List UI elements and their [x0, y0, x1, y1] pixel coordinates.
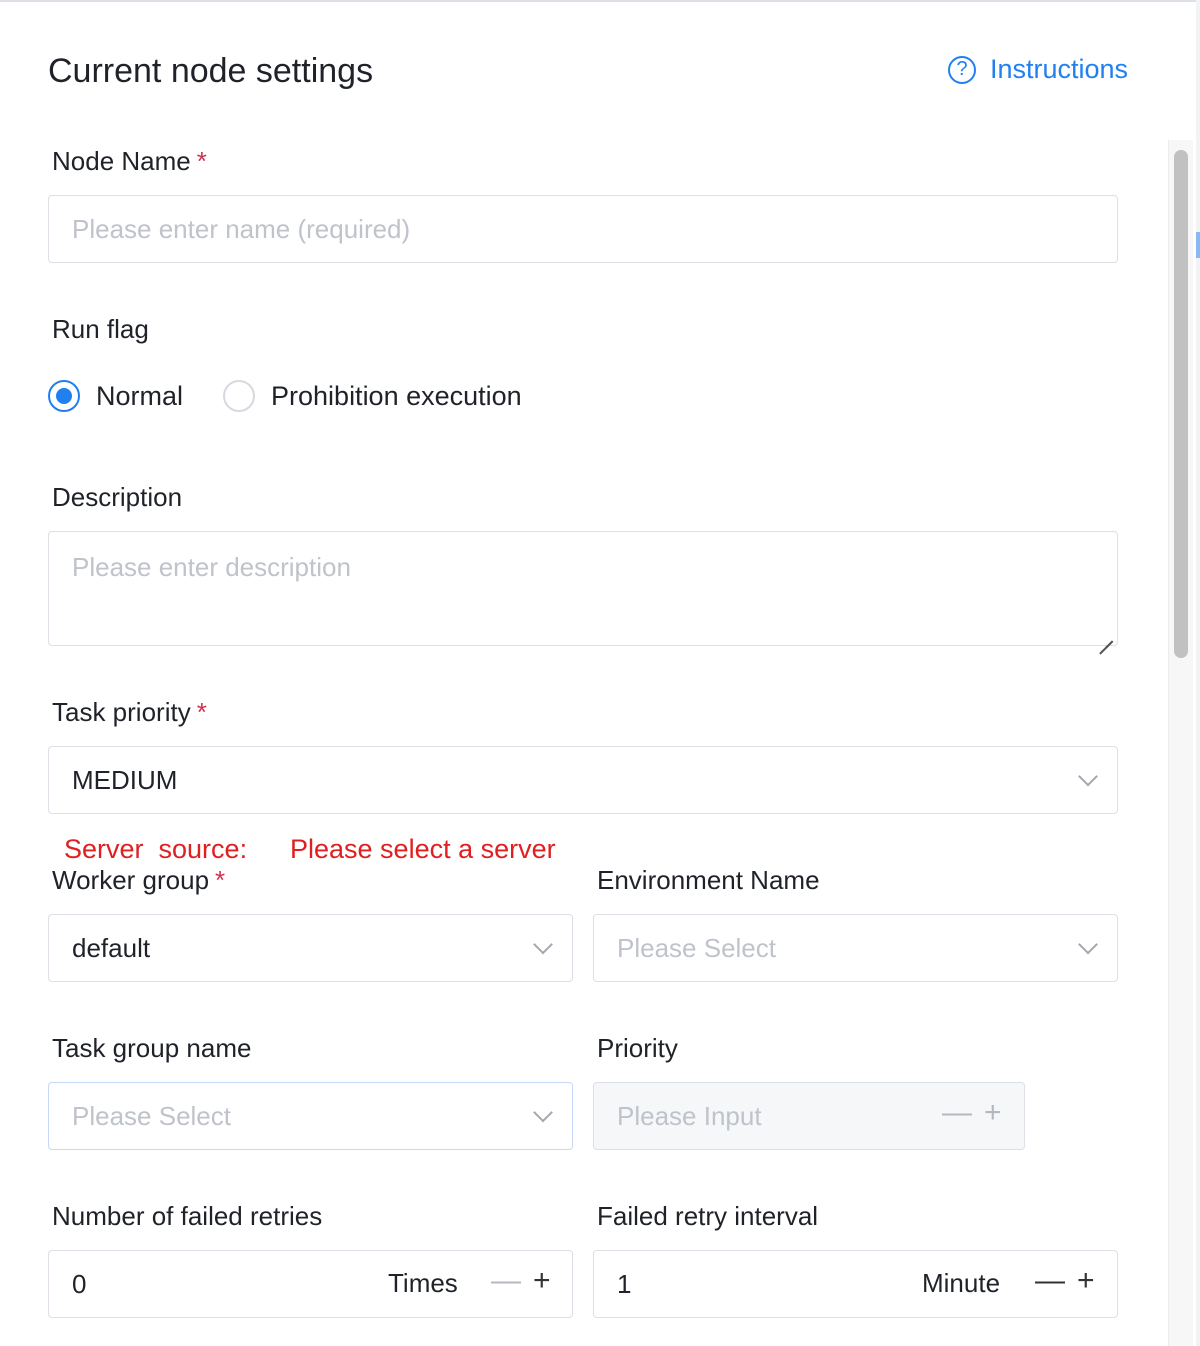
- minus-icon[interactable]: —: [491, 1266, 521, 1296]
- environment-name-select[interactable]: Please Select: [593, 914, 1118, 982]
- run-flag-radio-group: Normal Prohibition execution: [48, 380, 562, 412]
- required-mark: *: [196, 697, 207, 727]
- plus-icon[interactable]: +: [984, 1098, 1002, 1128]
- task-priority-value: MEDIUM: [72, 764, 178, 795]
- node-name-placeholder: Please enter name (required): [72, 213, 411, 244]
- radio-prohibition-label: Prohibition execution: [271, 380, 522, 411]
- description-placeholder: Please enter description: [72, 552, 351, 582]
- resize-grip-icon[interactable]: [1099, 627, 1113, 641]
- priority-placeholder: Please Input: [617, 1100, 762, 1131]
- instructions-link[interactable]: ? Instructions: [948, 54, 1128, 85]
- retry-interval-stepper: — +: [1035, 1266, 1095, 1296]
- radio-normal-label: Normal: [96, 380, 184, 411]
- instructions-label: Instructions: [990, 54, 1129, 84]
- run-flag-label: Run flag: [52, 314, 149, 344]
- task-group-name-placeholder: Please Select: [72, 1100, 231, 1131]
- retry-interval-value: 1: [617, 1268, 632, 1299]
- server-source-hint[interactable]: Please select a server: [290, 834, 556, 865]
- chevron-down-icon: [533, 934, 553, 955]
- description-label: Description: [52, 482, 183, 512]
- radio-normal[interactable]: Normal: [48, 380, 183, 412]
- failed-retries-unit: Times: [388, 1268, 458, 1298]
- worker-group-label-text: Worker group: [52, 865, 210, 895]
- environment-name-placeholder: Please Select: [617, 932, 776, 963]
- scrollbar-thumb[interactable]: [1174, 150, 1188, 658]
- node-name-label-text: Node Name: [52, 146, 191, 176]
- radio-unchecked-icon: [223, 380, 256, 412]
- environment-name-label: Environment Name: [597, 865, 820, 895]
- task-group-name-select[interactable]: Please Select: [48, 1082, 573, 1150]
- background-accent-mark: [1196, 232, 1200, 258]
- priority-label: Priority: [597, 1033, 678, 1063]
- panel-top-border: [0, 0, 1196, 2]
- required-mark: *: [215, 865, 226, 895]
- task-priority-label: Task priority *: [52, 697, 207, 728]
- panel-right-edge: [1196, 0, 1200, 1346]
- chevron-down-icon: [1078, 766, 1098, 787]
- failed-retries-stepper: — +: [491, 1266, 551, 1296]
- worker-group-select[interactable]: default: [48, 914, 573, 982]
- task-group-name-label: Task group name: [52, 1033, 252, 1063]
- worker-group-value: default: [72, 932, 151, 963]
- retry-interval-unit: Minute: [922, 1268, 1001, 1298]
- help-circle-icon: ?: [948, 55, 976, 84]
- plus-icon[interactable]: +: [533, 1266, 551, 1296]
- chevron-down-icon: [533, 1102, 553, 1123]
- radio-prohibition-execution[interactable]: Prohibition execution: [223, 380, 522, 412]
- retry-interval-label: Failed retry interval: [597, 1201, 819, 1231]
- radio-checked-icon: [48, 380, 80, 412]
- chevron-down-icon: [1078, 934, 1098, 955]
- required-mark: *: [196, 146, 207, 176]
- priority-stepper: — +: [942, 1098, 1002, 1128]
- minus-icon[interactable]: —: [1035, 1266, 1065, 1296]
- worker-group-label: Worker group *: [52, 865, 225, 896]
- node-name-label: Node Name *: [52, 146, 207, 177]
- description-textarea[interactable]: Please enter description: [48, 531, 1118, 646]
- node-name-input[interactable]: Please enter name (required): [48, 195, 1118, 263]
- task-priority-select[interactable]: MEDIUM: [48, 746, 1118, 814]
- plus-icon[interactable]: +: [1077, 1266, 1095, 1296]
- task-priority-label-text: Task priority: [52, 697, 191, 727]
- failed-retries-value: 0: [72, 1268, 87, 1299]
- page-title: Current node settings: [48, 52, 374, 90]
- failed-retries-label: Number of failed retries: [52, 1201, 323, 1231]
- minus-icon[interactable]: —: [942, 1098, 972, 1128]
- server-source-label: Server source:: [64, 834, 248, 864]
